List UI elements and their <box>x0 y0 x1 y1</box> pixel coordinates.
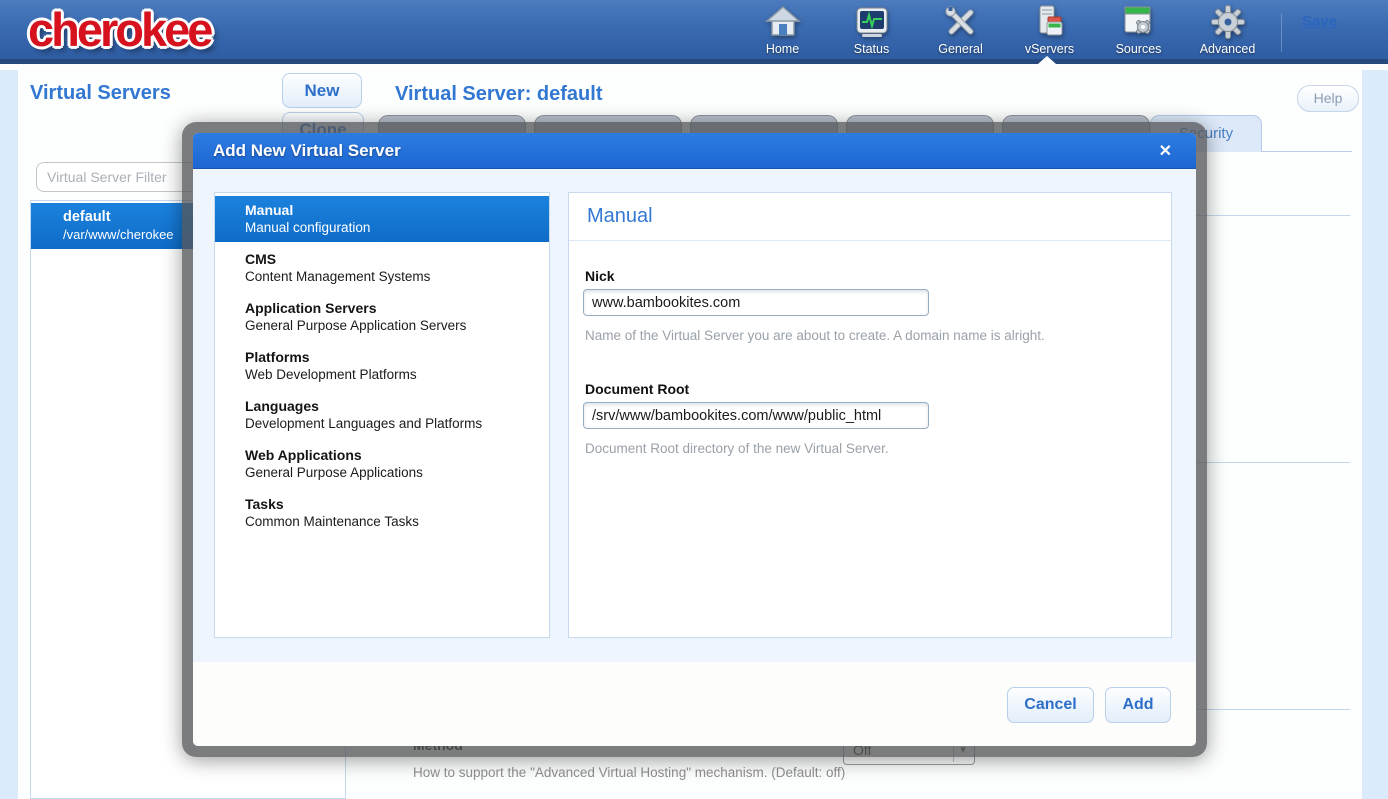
method-help-text: How to support the "Advanced Virtual Hos… <box>413 765 845 780</box>
dialog-title: Add New Virtual Server <box>213 141 401 161</box>
save-link[interactable]: Save <box>1302 13 1337 30</box>
dialog-body: Manual Manual configuration CMS Content … <box>193 169 1196 662</box>
category-tasks[interactable]: Tasks Common Maintenance Tasks <box>215 490 549 536</box>
home-icon <box>765 4 801 40</box>
category-application-servers[interactable]: Application Servers General Purpose Appl… <box>215 294 549 340</box>
nick-input[interactable] <box>583 289 929 316</box>
category-languages[interactable]: Languages Development Languages and Plat… <box>215 392 549 438</box>
nav-item-status[interactable]: Status <box>827 4 916 62</box>
nav-item-advanced[interactable]: Advanced <box>1183 4 1272 62</box>
nav-item-home[interactable]: Home <box>738 4 827 62</box>
nav-label: General <box>938 42 982 56</box>
nav-divider <box>1281 14 1282 52</box>
add-button[interactable]: Add <box>1105 687 1171 723</box>
nav-item-sources[interactable]: Sources <box>1094 4 1183 62</box>
sidebar-title: Virtual Servers <box>30 82 171 105</box>
page-title: Virtual Server: default <box>395 83 602 106</box>
category-web-applications[interactable]: Web Applications General Purpose Applica… <box>215 441 549 487</box>
category-manual[interactable]: Manual Manual configuration <box>215 196 549 242</box>
tools-icon <box>943 4 979 40</box>
category-cms[interactable]: CMS Content Management Systems <box>215 245 549 291</box>
nav-item-general[interactable]: General <box>916 4 1005 62</box>
panel-heading-divider <box>569 240 1171 241</box>
nav-label: Status <box>854 42 889 56</box>
help-button[interactable]: Help <box>1297 85 1359 112</box>
nav-label: Home <box>766 42 799 56</box>
dialog-window: Add New Virtual Server ✕ Manual Manual c… <box>193 133 1196 746</box>
gear-icon <box>1210 4 1246 40</box>
nav-bottom-strip <box>0 64 1388 70</box>
servers-icon <box>1032 4 1068 40</box>
cherokee-logo: cherokee <box>28 2 210 57</box>
panel-heading: Manual <box>587 205 653 228</box>
new-virtual-server-button[interactable]: New <box>282 73 362 108</box>
document-root-label: Document Root <box>585 381 689 397</box>
dialog-footer: Cancel Add <box>193 662 1196 746</box>
nick-label: Nick <box>585 268 615 284</box>
nav-label: vServers <box>1025 42 1074 56</box>
nav-item-vservers[interactable]: vServers <box>1005 4 1094 62</box>
document-root-help-text: Document Root directory of the new Virtu… <box>585 441 889 456</box>
status-icon <box>854 4 890 40</box>
nav-label: Sources <box>1116 42 1162 56</box>
nick-help-text: Name of the Virtual Server you are about… <box>585 328 1045 343</box>
cancel-button[interactable]: Cancel <box>1007 687 1094 723</box>
cherokee-admin-window: cherokee Home Status General <box>0 0 1388 799</box>
wizard-category-list: Manual Manual configuration CMS Content … <box>214 192 550 638</box>
top-navigation: cherokee Home Status General <box>0 0 1388 64</box>
add-virtual-server-dialog: Add New Virtual Server ✕ Manual Manual c… <box>182 122 1207 757</box>
nav-label: Advanced <box>1200 42 1256 56</box>
manual-config-panel: Manual Nick Name of the Virtual Server y… <box>568 192 1172 638</box>
dialog-titlebar: Add New Virtual Server ✕ <box>193 133 1196 169</box>
active-nav-pointer <box>1038 56 1056 64</box>
main-nav: Home Status General vServers <box>738 4 1272 62</box>
document-root-input[interactable] <box>583 402 929 429</box>
sources-icon <box>1121 4 1157 40</box>
category-platforms[interactable]: Platforms Web Development Platforms <box>215 343 549 389</box>
close-icon[interactable]: ✕ <box>1159 141 1172 161</box>
